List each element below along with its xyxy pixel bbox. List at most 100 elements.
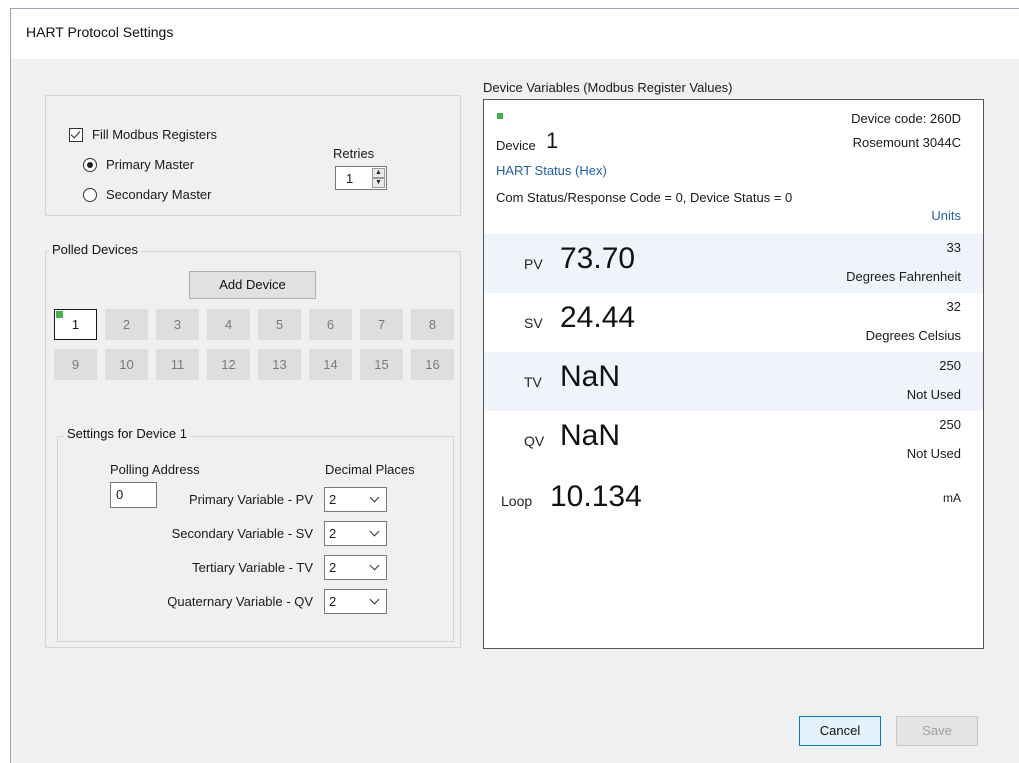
loop-label: Loop bbox=[501, 493, 533, 509]
device-cell[interactable]: 6 bbox=[309, 309, 352, 340]
device-cell[interactable]: 5 bbox=[258, 309, 301, 340]
variable-value: NaN bbox=[560, 419, 621, 452]
device-cell[interactable]: 16 bbox=[411, 349, 454, 380]
device-cell[interactable]: 9 bbox=[54, 349, 97, 380]
device-cell[interactable]: 15 bbox=[360, 349, 403, 380]
spin-down-icon[interactable]: ▼ bbox=[372, 178, 385, 188]
status-indicator bbox=[497, 113, 503, 119]
device-cell[interactable]: 11 bbox=[156, 349, 199, 380]
units-header: Units bbox=[931, 208, 961, 223]
device-cell[interactable]: 12 bbox=[207, 349, 250, 380]
device-cell-number: 13 bbox=[272, 357, 287, 372]
window-title: HART Protocol Settings bbox=[26, 24, 174, 40]
hart-settings-window: HART Protocol Settings Fill Modbus Regis… bbox=[10, 8, 1019, 763]
device-cell[interactable]: 8 bbox=[411, 309, 454, 340]
device-code: Device code: 260D bbox=[851, 111, 961, 126]
variable-label: Quaternary Variable - QV bbox=[167, 594, 313, 609]
device-cell-number: 16 bbox=[425, 357, 440, 372]
device-cell[interactable]: 13 bbox=[258, 349, 301, 380]
device-cell[interactable]: 7 bbox=[360, 309, 403, 340]
variable-code-label: TV bbox=[524, 374, 542, 390]
polled-devices-label: Polled Devices bbox=[49, 242, 141, 257]
variable-code-label: SV bbox=[524, 315, 543, 331]
device-vars-heading: Device Variables (Modbus Register Values… bbox=[483, 80, 733, 95]
device-cell-number: 2 bbox=[122, 317, 131, 332]
unit-name: Not Used bbox=[906, 387, 961, 402]
unit-code: 250 bbox=[939, 358, 961, 373]
variable-label: Primary Variable - PV bbox=[188, 492, 313, 507]
device-cell[interactable]: 2 bbox=[105, 309, 148, 340]
variable-row-qv: QV NaN 250 Not Used bbox=[484, 411, 983, 470]
decimal-places-value: 2 bbox=[329, 594, 337, 609]
device-vars-panel: Device 1 Device code: 260D Rosemount 304… bbox=[483, 99, 984, 649]
retries-spinner[interactable]: 1 ▲ ▼ bbox=[335, 166, 387, 190]
secondary-master-label: Secondary Master bbox=[106, 187, 212, 202]
unit-code: 32 bbox=[946, 299, 961, 314]
decimal-places-value: 2 bbox=[329, 560, 337, 575]
device-cell[interactable]: 14 bbox=[309, 349, 352, 380]
variable-value: NaN bbox=[560, 360, 621, 393]
variable-row-pv: PV 73.70 33 Degrees Fahrenheit bbox=[484, 234, 983, 293]
add-device-button[interactable]: Add Device bbox=[189, 271, 316, 299]
variable-label: Secondary Variable - SV bbox=[171, 526, 313, 541]
device-number: 1 bbox=[546, 128, 559, 153]
device-cell-number: 3 bbox=[173, 317, 182, 332]
variable-value: 73.70 bbox=[560, 242, 636, 275]
unit-code: 33 bbox=[946, 240, 961, 255]
device-cell-number: 6 bbox=[326, 317, 335, 332]
loop-unit: mA bbox=[943, 491, 961, 505]
loop-row: Loop 10.134 mA bbox=[484, 473, 983, 532]
active-device-indicator bbox=[56, 311, 63, 318]
variable-code-label: PV bbox=[524, 256, 543, 272]
variable-row-sv: SV 24.44 32 Degrees Celsius bbox=[484, 293, 983, 352]
device-cell-number: 11 bbox=[170, 357, 185, 372]
device-cell-number: 15 bbox=[374, 357, 389, 372]
decimal-places-select[interactable]: 2 bbox=[324, 521, 387, 546]
device-cell-number: 7 bbox=[377, 317, 386, 332]
unit-name: Degrees Fahrenheit bbox=[846, 269, 961, 284]
device-cell[interactable]: 1 bbox=[54, 309, 97, 340]
device-cell[interactable]: 10 bbox=[105, 349, 148, 380]
variable-value: 24.44 bbox=[560, 301, 636, 334]
variable-label: Tertiary Variable - TV bbox=[192, 560, 313, 575]
device-cell-number: 4 bbox=[224, 317, 233, 332]
chevron-down-icon bbox=[369, 594, 380, 605]
device-settings-label: Settings for Device 1 bbox=[64, 426, 190, 441]
retries-value: 1 bbox=[346, 171, 354, 186]
unit-name: Degrees Celsius bbox=[865, 328, 961, 343]
device-cell-number: 8 bbox=[428, 317, 437, 332]
device-cell-number: 5 bbox=[275, 317, 284, 332]
device-cell[interactable]: 3 bbox=[156, 309, 199, 340]
polling-address-input[interactable]: 0 bbox=[110, 482, 157, 508]
device-cell-number: 9 bbox=[71, 357, 80, 372]
variable-row-tv: TV NaN 250 Not Used bbox=[484, 352, 983, 411]
polling-address-label: Polling Address bbox=[110, 462, 200, 477]
device-model: Rosemount 3044C bbox=[852, 135, 961, 150]
decimal-places-select[interactable]: 2 bbox=[324, 487, 387, 512]
device-cell-number: 1 bbox=[71, 317, 80, 332]
chevron-down-icon bbox=[369, 492, 380, 503]
decimal-places-select[interactable]: 2 bbox=[324, 589, 387, 614]
secondary-master-radio[interactable] bbox=[83, 188, 97, 202]
fill-modbus-label: Fill Modbus Registers bbox=[92, 127, 217, 142]
unit-name: Not Used bbox=[906, 446, 961, 461]
polled-devices-group: Add Device 1 2 3 4 5 6 7 8 9 10 11 12 13 14 15 16 Polli… bbox=[45, 251, 461, 648]
chevron-down-icon bbox=[369, 560, 380, 571]
device-word: Device bbox=[496, 138, 536, 153]
modbus-group: Fill Modbus Registers Primary Master Sec… bbox=[45, 95, 461, 216]
retries-label: Retries bbox=[333, 146, 375, 161]
spin-up-icon[interactable]: ▲ bbox=[372, 168, 385, 178]
decimal-places-label: Decimal Places bbox=[325, 462, 415, 477]
decimal-places-select[interactable]: 2 bbox=[324, 555, 387, 580]
fill-modbus-checkbox[interactable] bbox=[69, 128, 83, 142]
cancel-button[interactable]: Cancel bbox=[799, 716, 881, 746]
decimal-places-value: 2 bbox=[329, 526, 337, 541]
variable-code-label: QV bbox=[524, 433, 545, 449]
device-cell-number: 12 bbox=[221, 357, 236, 372]
save-button[interactable]: Save bbox=[896, 716, 978, 746]
device-cell-number: 10 bbox=[119, 357, 134, 372]
device-cell[interactable]: 4 bbox=[207, 309, 250, 340]
device-cell-number: 14 bbox=[323, 357, 338, 372]
hart-status-link[interactable]: HART Status (Hex) bbox=[496, 163, 607, 178]
primary-master-radio[interactable] bbox=[83, 158, 97, 172]
